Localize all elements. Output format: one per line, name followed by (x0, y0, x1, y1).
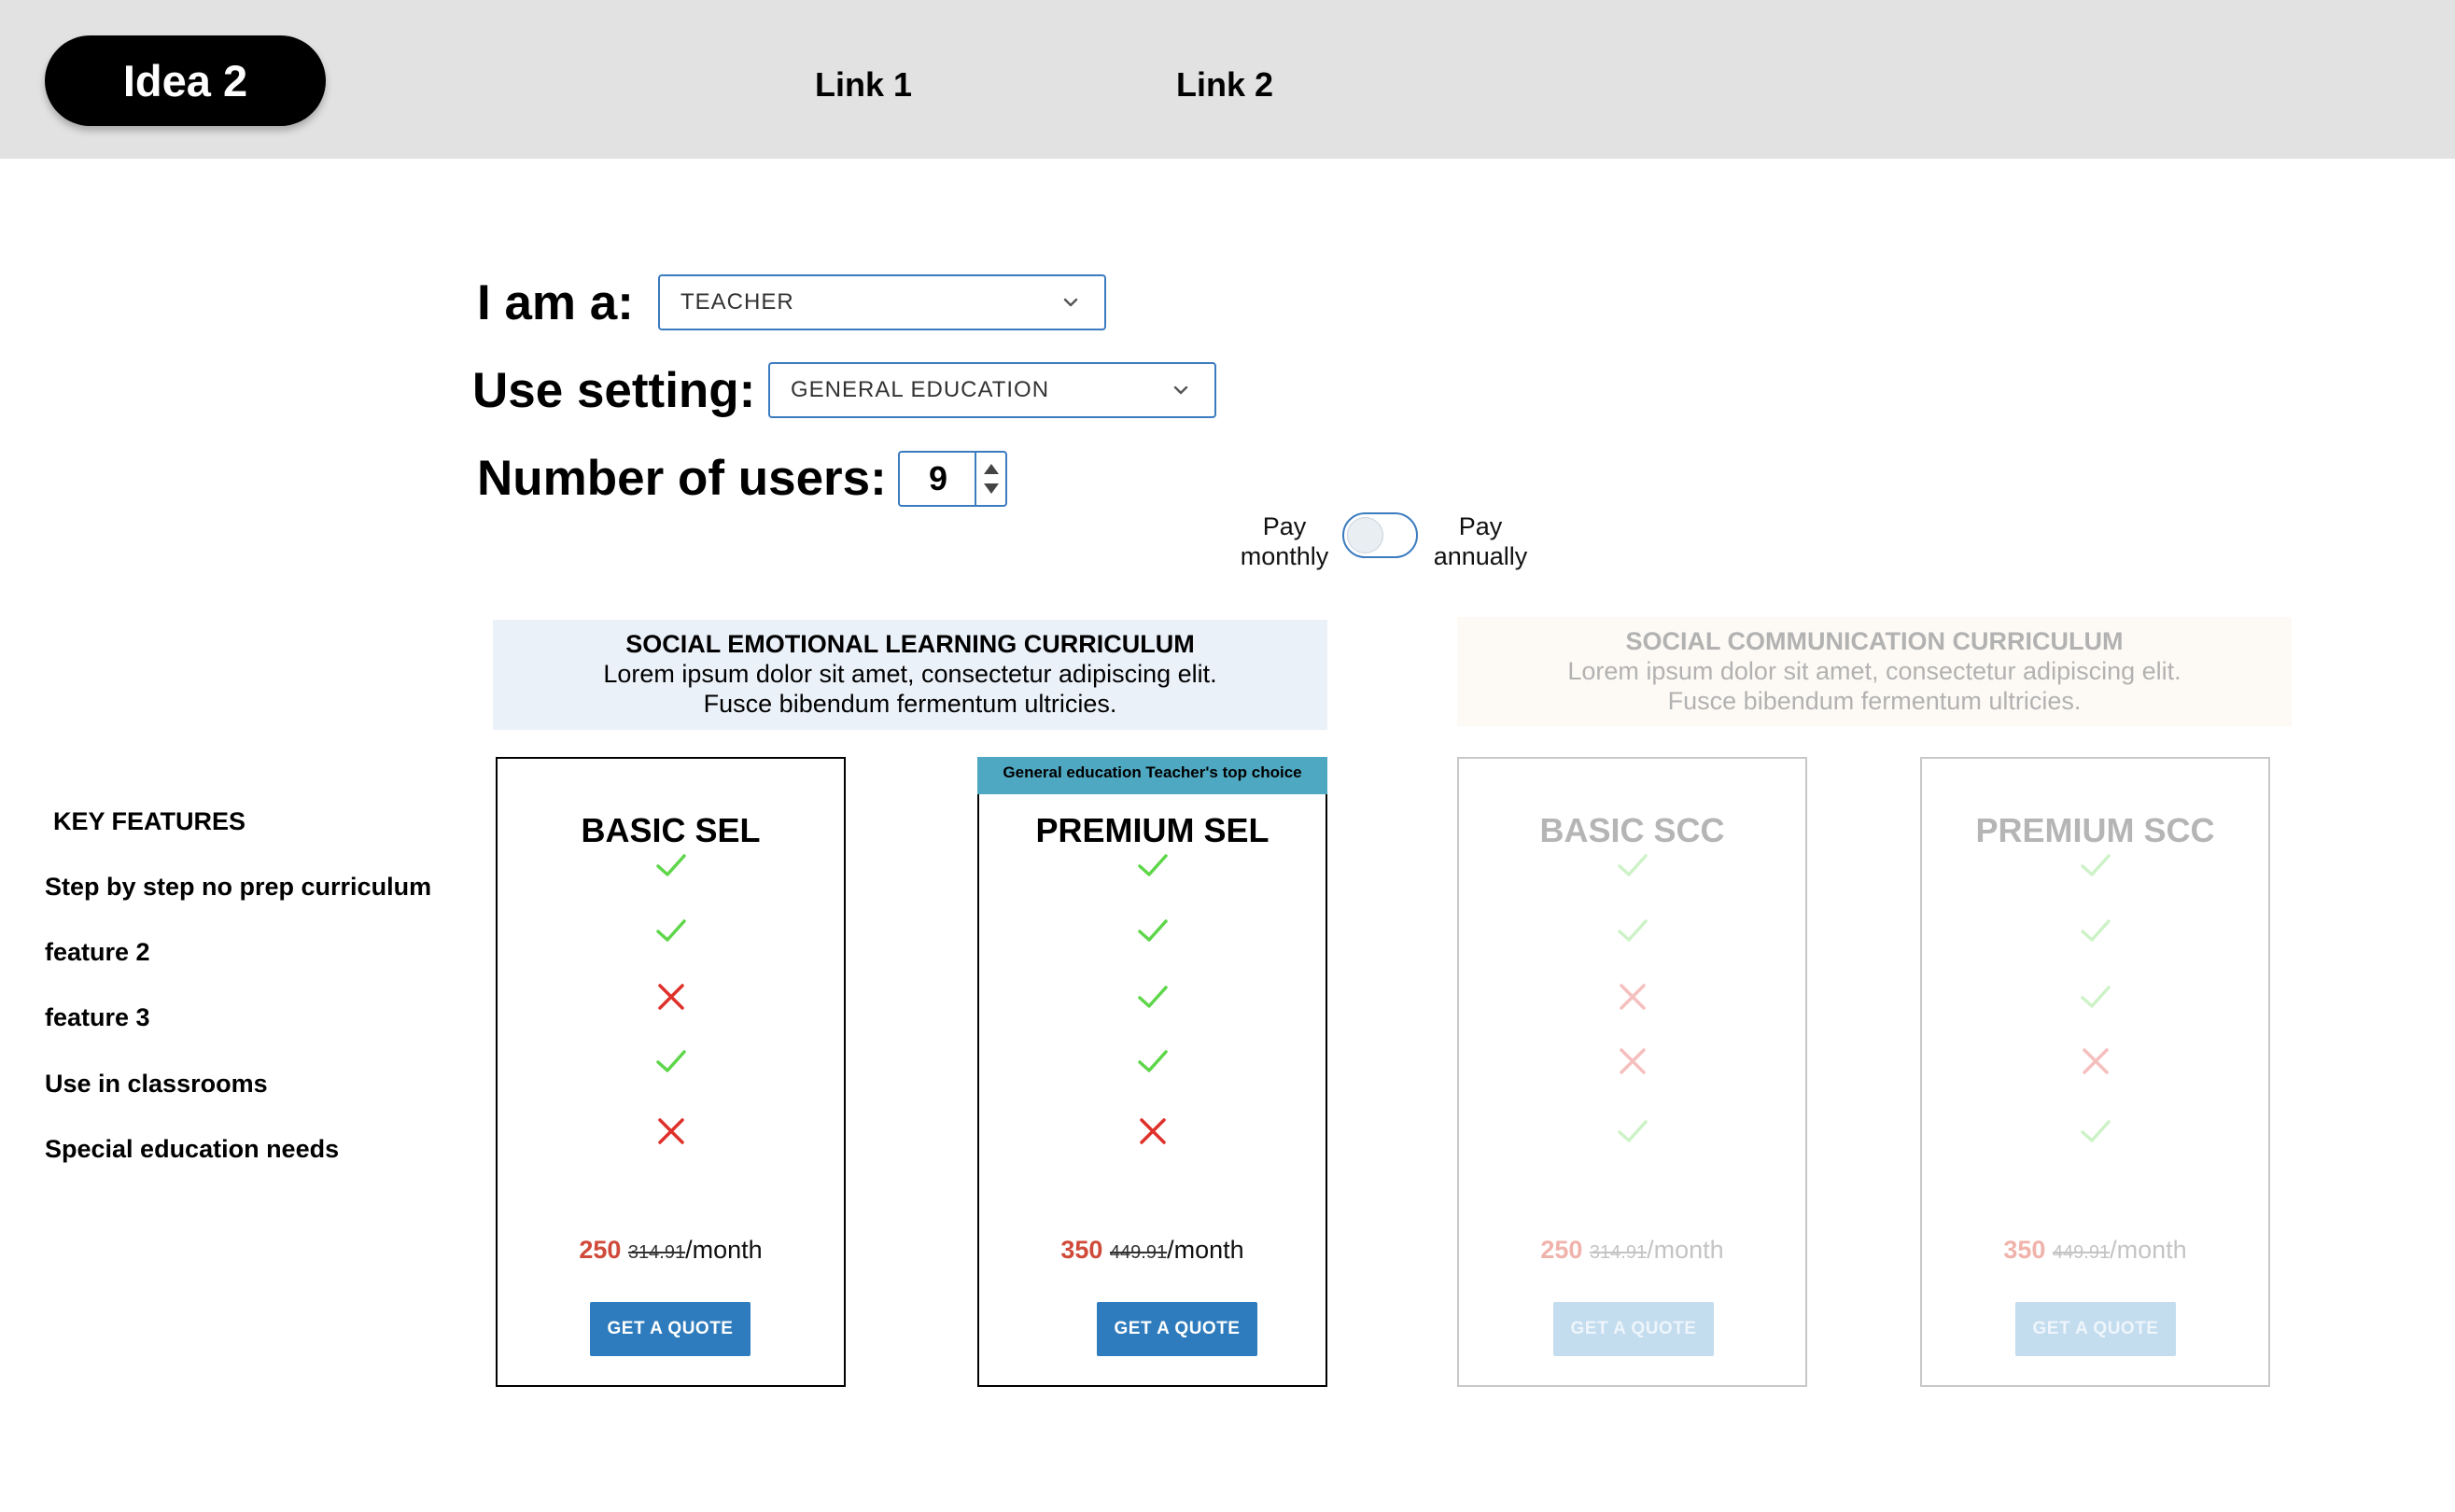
get-quote-button[interactable]: GET A QUOTE (2015, 1302, 2176, 1356)
get-quote-button[interactable]: GET A QUOTE (590, 1302, 751, 1356)
users-value[interactable]: 9 (900, 453, 976, 505)
plan-price: 350 449.91/month (1922, 1236, 2268, 1265)
current-price: 250 (1540, 1236, 1583, 1264)
plan-price: 350 449.91/month (979, 1236, 1326, 1265)
feature-label: Special education needs (45, 1135, 340, 1163)
cross-icon (1619, 1048, 1646, 1074)
feature-label: feature 3 (45, 1003, 150, 1031)
check-icon (1617, 919, 1648, 942)
check-icon (2080, 986, 2111, 1008)
plan-card-basic-scc: BASIC SCC 250 314.91/month GET A QUOTE (1457, 757, 1807, 1387)
nav-link-1[interactable]: Link 1 (815, 65, 912, 105)
plan-name: BASIC SCC (1539, 811, 1725, 849)
setting-label: Use setting: (472, 363, 756, 418)
curriculum-description: Lorem ipsum dolor sit amet, consectetur … (603, 660, 1217, 688)
check-icon (655, 919, 686, 942)
cross-icon (657, 1118, 684, 1144)
stepper-arrows (975, 453, 1005, 505)
price-period: /month (1647, 1236, 1724, 1264)
top-choice-badge: General education Teacher's top choice (977, 757, 1327, 794)
curriculum-description: Lorem ipsum dolor sit amet, consectetur … (1567, 657, 2181, 685)
role-select[interactable]: TEACHER (658, 274, 1106, 330)
plan-name: BASIC SEL (581, 811, 761, 849)
cross-icon (1139, 1118, 1166, 1144)
get-quote-button[interactable]: GET A QUOTE (1097, 1302, 1257, 1356)
curriculum-title: SOCIAL COMMUNICATION CURRICULUM (1625, 627, 2124, 655)
original-price: 449.91 (2052, 1242, 2111, 1263)
check-icon (1617, 854, 1648, 876)
scc-curriculum-banner: SOCIAL COMMUNICATION CURRICULUM Lorem ip… (1457, 617, 2292, 726)
plan-price: 250 314.91/month (1459, 1236, 1805, 1265)
stepper-down-icon[interactable] (982, 482, 1001, 497)
check-icon (1137, 854, 1168, 876)
check-icon (1137, 919, 1168, 942)
pay-monthly-label[interactable]: Pay monthly (1228, 511, 1340, 571)
role-select-value: TEACHER (680, 289, 794, 315)
check-icon (1617, 1120, 1648, 1142)
plan-card-basic-sel: BASIC SEL 250 314.91/month GET A QUOTE (496, 757, 846, 1387)
check-icon (655, 854, 686, 876)
cross-icon (2082, 1048, 2109, 1074)
check-icon (2080, 919, 2111, 942)
key-features-heading: KEY FEATURES (53, 807, 246, 835)
cross-icon (1619, 984, 1646, 1010)
current-price: 250 (579, 1236, 622, 1264)
nav-link-2[interactable]: Link 2 (1176, 65, 1273, 105)
plan-name: PREMIUM SCC (1975, 811, 2215, 849)
curriculum-description: Fusce bibendum fermentum ultricies. (703, 690, 1117, 718)
top-navbar: Idea 2 Link 1 Link 2 (0, 0, 2455, 159)
original-price: 314.91 (627, 1242, 686, 1263)
pay-annually-label[interactable]: Pay annually (1426, 511, 1535, 571)
check-icon (1137, 1050, 1168, 1072)
current-price: 350 (1060, 1236, 1103, 1264)
chevron-down-icon (1063, 298, 1078, 307)
price-period: /month (2110, 1236, 2187, 1264)
check-icon (2080, 854, 2111, 876)
get-quote-button[interactable]: GET A QUOTE (1553, 1302, 1714, 1356)
current-price: 350 (2003, 1236, 2046, 1264)
chevron-down-icon (1173, 385, 1188, 395)
curriculum-title: SOCIAL EMOTIONAL LEARNING CURRICULUM (625, 630, 1195, 658)
users-stepper[interactable]: 9 (898, 451, 1007, 507)
check-icon (1137, 986, 1168, 1008)
sel-curriculum-banner: SOCIAL EMOTIONAL LEARNING CURRICULUM Lor… (493, 620, 1327, 730)
logo[interactable]: Idea 2 (45, 35, 326, 126)
users-label: Number of users: (477, 451, 887, 506)
setting-select[interactable]: GENERAL EDUCATION (768, 362, 1216, 418)
curriculum-description: Fusce bibendum fermentum ultricies. (1667, 687, 2082, 715)
cross-icon (657, 984, 684, 1010)
billing-toggle[interactable] (1342, 512, 1418, 558)
plan-price: 250 314.91/month (498, 1236, 844, 1265)
original-price: 314.91 (1589, 1242, 1648, 1263)
plan-name: PREMIUM SEL (1035, 811, 1270, 849)
feature-label: Use in classrooms (45, 1070, 268, 1098)
original-price: 449.91 (1109, 1242, 1168, 1263)
price-period: /month (1167, 1236, 1244, 1264)
stepper-up-icon[interactable] (982, 461, 1001, 476)
feature-label: feature 2 (45, 938, 150, 966)
feature-label: Step by step no prep curriculum (45, 873, 432, 901)
plan-card-premium-scc: PREMIUM SCC 350 449.91/month GET A QUOTE (1920, 757, 2270, 1387)
role-label: I am a: (477, 275, 634, 330)
plan-card-premium-sel: General education Teacher's top choice P… (977, 757, 1327, 1387)
check-icon (2080, 1120, 2111, 1142)
setting-select-value: GENERAL EDUCATION (791, 377, 1050, 402)
price-period: /month (685, 1236, 763, 1264)
check-icon (655, 1050, 686, 1072)
toggle-knob (1347, 517, 1383, 553)
